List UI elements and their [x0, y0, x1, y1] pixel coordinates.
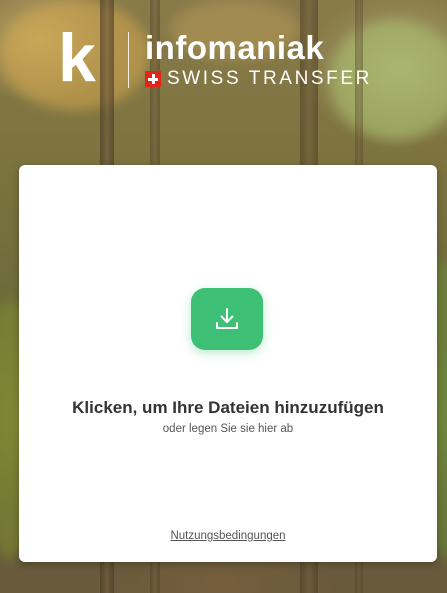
upload-title[interactable]: Klicken, um Ihre Dateien hinzuzufügen	[19, 398, 437, 418]
brand-k-logo: k	[58, 20, 96, 96]
brand-logo[interactable]: k infomaniak SWISS TRANSFER	[58, 20, 372, 96]
background-forest: k infomaniak SWISS TRANSFER Klicken, um …	[0, 0, 447, 593]
upload-subtitle: oder legen Sie sie hier ab	[162, 423, 294, 435]
brand-name: infomaniak	[145, 29, 325, 66]
upload-card[interactable]: Klicken, um Ihre Dateien hinzuzufügen od…	[19, 165, 437, 562]
brand-divider	[128, 32, 129, 88]
download-icon	[216, 308, 238, 329]
terms-link[interactable]: Nutzungsbedingungen	[19, 530, 437, 542]
add-files-button[interactable]	[191, 288, 263, 350]
swiss-flag-icon	[145, 71, 161, 87]
brand-subline: SWISS TRANSFER	[145, 69, 372, 89]
brand-text: infomaniak SWISS TRANSFER	[145, 31, 372, 89]
product-name: SWISS TRANSFER	[167, 68, 372, 89]
